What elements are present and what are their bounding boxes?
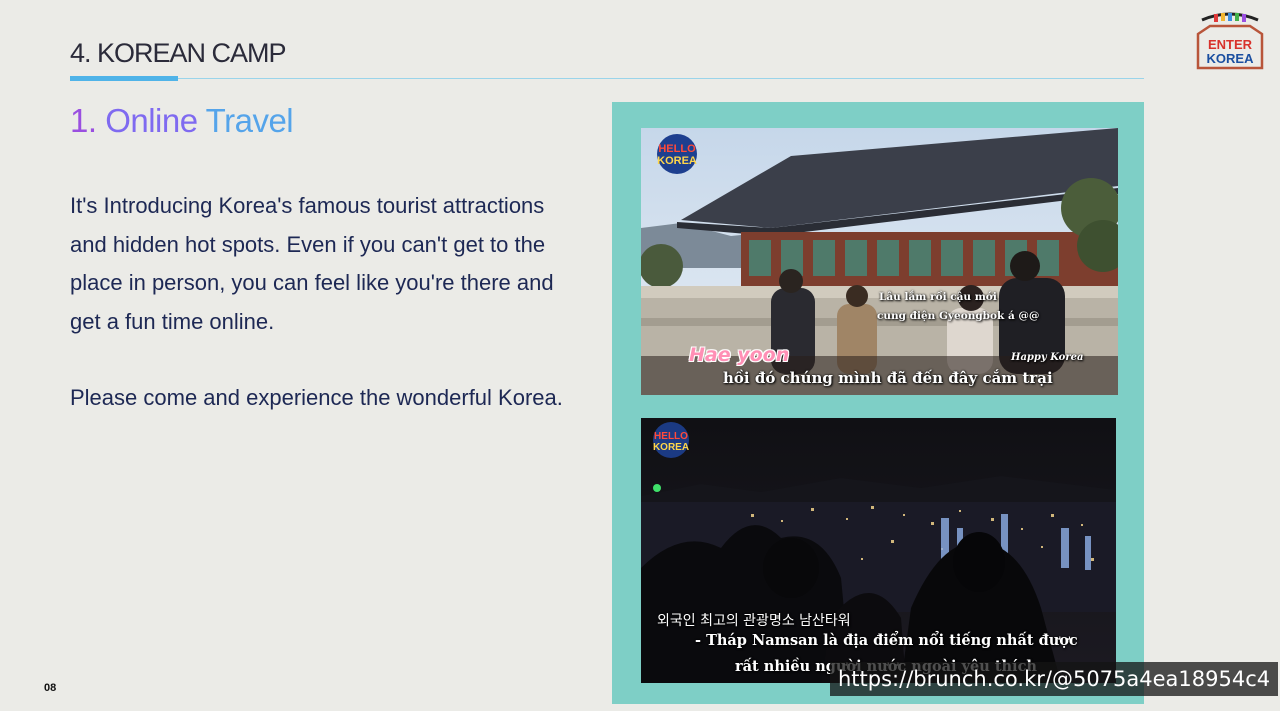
svg-text:HELLO: HELLO	[654, 431, 688, 442]
happy-korea-stamp: Happy Korea	[1011, 352, 1084, 363]
subtitle-word-travel: Travel	[205, 102, 294, 139]
video-subtitle: - Tháp Namsan là địa điểm nổi tiếng nhất…	[695, 632, 1078, 649]
speech-bubble-line: Lâu lắm rồi cậu mới	[879, 291, 997, 303]
logo-text-korea: KOREA	[1207, 51, 1255, 66]
subtitle-number: 1.	[70, 102, 97, 139]
description-line: It's Introducing Korea's famous tourist …	[70, 193, 545, 218]
speech-bubble-line: cung điện Gyeongbok á @@	[877, 310, 1040, 322]
hello-korea-badge: HELLO KOREA	[653, 422, 689, 458]
closing-line: Please come and experience the wonderful…	[70, 385, 563, 411]
header-divider	[70, 78, 1144, 79]
namsan-night-photo: HELLO KOREA 외국인 최고의 관광명소 남산타워 - Tháp Nam…	[641, 418, 1116, 683]
palace-photo: HELLO KOREA Lâu lắm rồi cậu mới cung điệ…	[641, 128, 1118, 395]
enter-korea-logo: ENTER KOREA	[1192, 10, 1268, 72]
video-subtitle: hồi đó chúng mình đã đến đây cắm trại	[723, 369, 1053, 387]
subtitle-word-online: Online	[105, 102, 198, 139]
svg-text:KOREA: KOREA	[657, 155, 697, 167]
section-title: 4. KOREAN CAMP	[70, 38, 287, 68]
logo-text-enter: ENTER	[1208, 37, 1253, 52]
description-line: get a fun time online.	[70, 308, 275, 334]
description-text: It's Introducing Korea's famous tourist …	[70, 187, 590, 418]
korean-caption: 외국인 최고의 관광명소 남산타워	[657, 613, 851, 629]
page-subtitle: 1. Online Travel	[70, 102, 294, 140]
hello-korea-badge: HELLO KOREA	[657, 134, 697, 174]
page-number: 08	[44, 682, 57, 694]
header-divider-accent	[70, 76, 178, 81]
description-line: and hidden hot spots. Even if you can't …	[70, 231, 546, 257]
svg-text:KOREA: KOREA	[653, 442, 689, 453]
source-watermark: https://brunch.co.kr/@5075a4ea18954c4	[830, 662, 1279, 696]
svg-text:HELLO: HELLO	[658, 143, 696, 155]
name-tag: Hae yoon	[689, 344, 790, 366]
description-line: place in person, you can feel like you'r…	[70, 270, 554, 296]
